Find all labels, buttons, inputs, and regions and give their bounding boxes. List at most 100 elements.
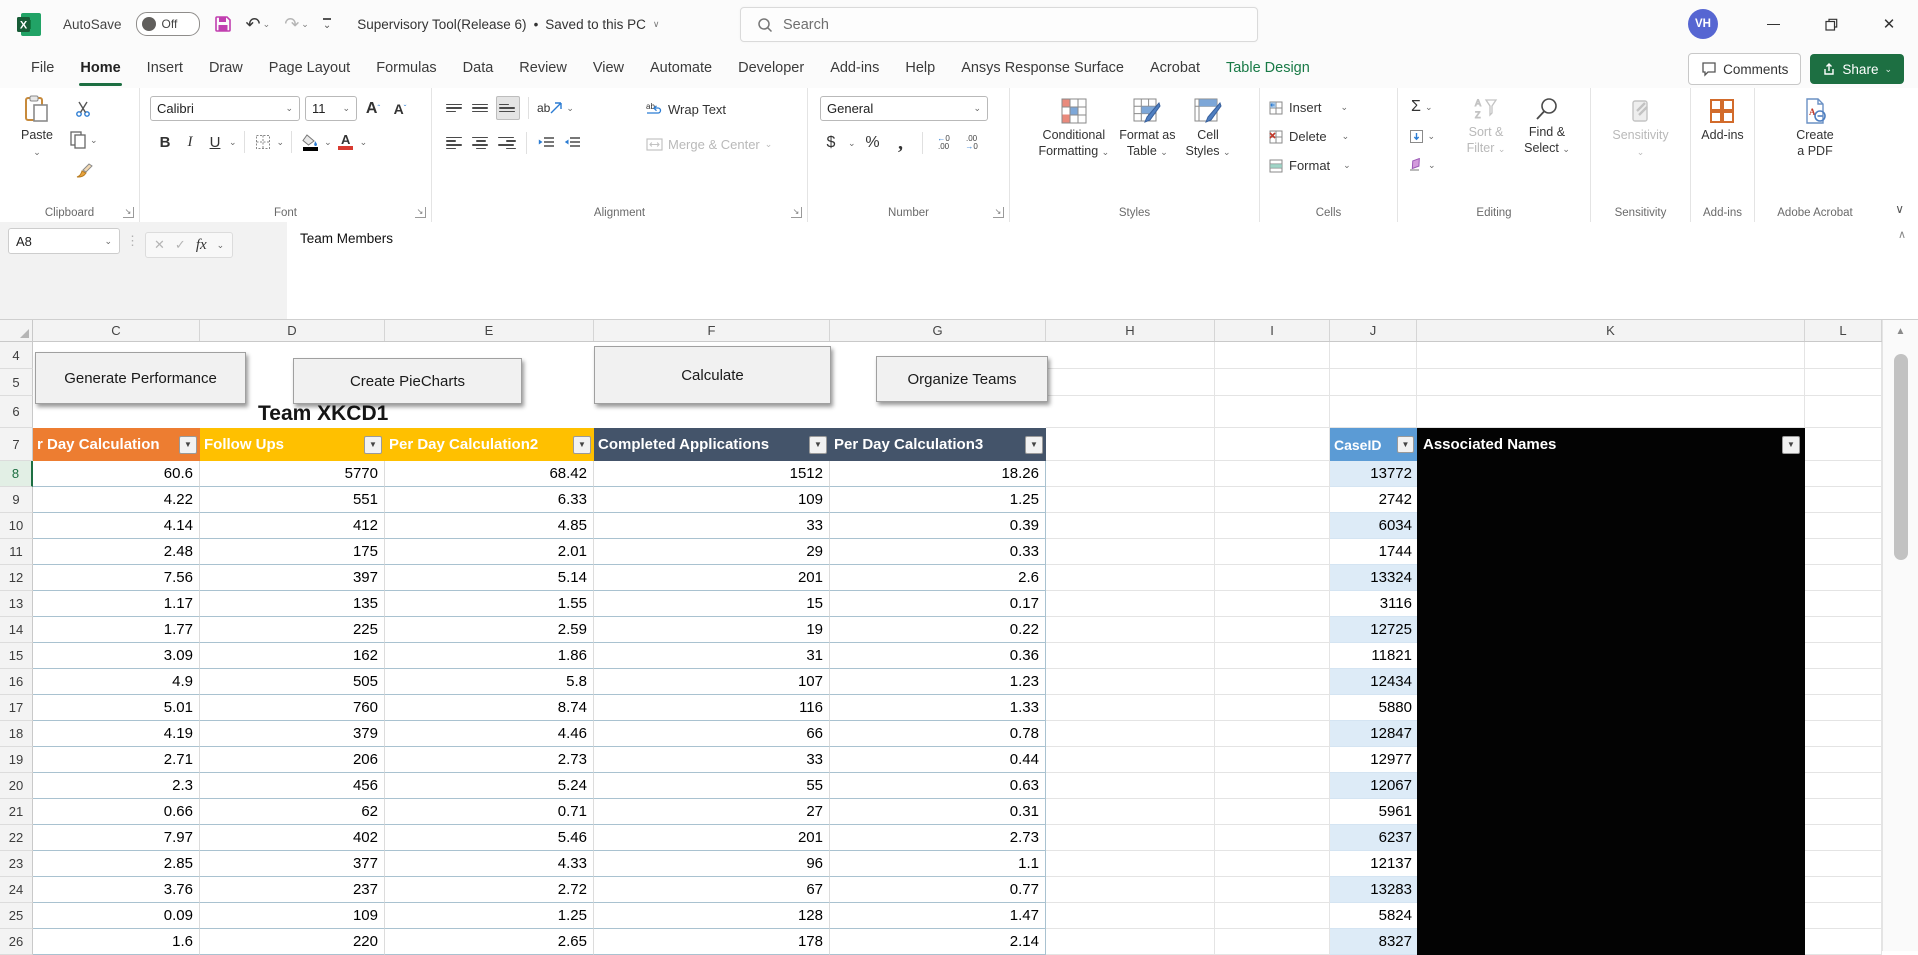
empty-cell[interactable] — [1215, 461, 1330, 487]
cell[interactable]: 162 — [200, 643, 385, 669]
share-button[interactable]: Share ⌄ — [1810, 54, 1904, 84]
increase-indent-button[interactable] — [561, 131, 583, 155]
cell[interactable]: 2.3 — [33, 773, 200, 799]
cell[interactable]: 60.6 — [33, 461, 200, 487]
filter-dropdown-icon[interactable]: ▼ — [809, 435, 827, 454]
empty-cell[interactable] — [1330, 369, 1417, 396]
fill-color-chevron[interactable]: ⌄ — [324, 137, 332, 148]
empty-cell[interactable] — [1215, 851, 1330, 877]
collapse-ribbon-button[interactable]: ∨ — [1895, 202, 1904, 216]
cell[interactable]: 178 — [594, 929, 830, 955]
decrease-indent-button[interactable] — [535, 131, 557, 155]
cell[interactable]: 0.78 — [830, 721, 1046, 747]
cell[interactable]: 2.73 — [385, 747, 594, 773]
fill-button[interactable]: ⌄ — [1408, 124, 1436, 148]
empty-cell[interactable] — [1046, 695, 1215, 721]
table-header-follow-ups[interactable]: Follow Ups ▼ — [200, 428, 385, 461]
empty-cell[interactable] — [1805, 539, 1882, 565]
close-button[interactable]: ✕ — [1860, 0, 1918, 48]
search-input[interactable]: Search — [740, 7, 1258, 42]
cell[interactable]: 201 — [594, 825, 830, 851]
caseid-cell[interactable]: 6237 — [1330, 825, 1417, 851]
number-format-select[interactable]: General ⌄ — [820, 96, 988, 121]
font-color-button[interactable]: A — [335, 130, 357, 154]
cell[interactable]: 0.22 — [830, 617, 1046, 643]
font-size-select[interactable]: 11 ⌄ — [305, 96, 357, 121]
cell[interactable]: 1.86 — [385, 643, 594, 669]
cell[interactable]: 8.74 — [385, 695, 594, 721]
cell[interactable]: 27 — [594, 799, 830, 825]
orientation-button[interactable]: ab — [537, 96, 563, 120]
empty-cell[interactable] — [1046, 513, 1215, 539]
row-header-25[interactable]: 25 — [0, 903, 33, 929]
cell[interactable]: 4.85 — [385, 513, 594, 539]
empty-cell[interactable] — [1046, 643, 1215, 669]
caseid-cell[interactable]: 2742 — [1330, 487, 1417, 513]
redacted-cell[interactable] — [1417, 877, 1805, 903]
cell[interactable]: 402 — [200, 825, 385, 851]
cell[interactable]: 1.77 — [33, 617, 200, 643]
column-header-I[interactable]: I — [1215, 320, 1330, 341]
empty-cell[interactable] — [1330, 396, 1417, 428]
redacted-cell[interactable] — [1417, 929, 1805, 955]
row-header-4[interactable]: 4 — [0, 342, 33, 369]
tab-add-ins[interactable]: Add-ins — [817, 48, 892, 88]
cut-button[interactable] — [70, 97, 98, 121]
currency-button[interactable]: $ — [820, 131, 842, 155]
tab-data[interactable]: Data — [450, 48, 507, 88]
cell[interactable]: 456 — [200, 773, 385, 799]
empty-cell[interactable] — [1215, 396, 1330, 428]
cell[interactable]: 0.33 — [830, 539, 1046, 565]
cell[interactable]: 2.73 — [830, 825, 1046, 851]
cell[interactable]: 2.48 — [33, 539, 200, 565]
caseid-cell[interactable]: 12977 — [1330, 747, 1417, 773]
caseid-cell[interactable]: 8327 — [1330, 929, 1417, 955]
column-header-K[interactable]: K — [1417, 320, 1805, 341]
row-header-26[interactable]: 26 — [0, 929, 33, 955]
empty-cell[interactable] — [1417, 396, 1805, 428]
column-header-G[interactable]: G — [830, 320, 1046, 341]
tab-draw[interactable]: Draw — [196, 48, 256, 88]
cell[interactable]: 505 — [200, 669, 385, 695]
create-pdf-button[interactable]: A Create a PDF — [1796, 97, 1834, 200]
empty-cell[interactable] — [1215, 929, 1330, 955]
cell[interactable]: 7.97 — [33, 825, 200, 851]
redacted-cell[interactable] — [1417, 669, 1805, 695]
empty-cell[interactable] — [1417, 369, 1805, 396]
redo-button[interactable]: ↷ ⌄ — [284, 15, 309, 33]
delete-cells-button[interactable]: Delete ⌄ — [1260, 124, 1397, 149]
orientation-chevron[interactable]: ⌄ — [566, 103, 574, 114]
caseid-cell[interactable]: 12847 — [1330, 721, 1417, 747]
empty-cell[interactable] — [1215, 773, 1330, 799]
empty-cell[interactable] — [1805, 591, 1882, 617]
empty-cell[interactable] — [1805, 877, 1882, 903]
empty-cell[interactable] — [1805, 825, 1882, 851]
format-painter-button[interactable] — [70, 159, 98, 183]
wrap-text-button[interactable]: ab Wrap Text — [638, 97, 772, 122]
cell[interactable]: 175 — [200, 539, 385, 565]
cell[interactable]: 7.56 — [33, 565, 200, 591]
empty-cell[interactable] — [1215, 643, 1330, 669]
caseid-cell[interactable]: 5961 — [1330, 799, 1417, 825]
cell[interactable]: 1.23 — [830, 669, 1046, 695]
font-name-select[interactable]: Calibri ⌄ — [150, 96, 300, 121]
fill-color-button[interactable] — [299, 130, 321, 154]
tab-developer[interactable]: Developer — [725, 48, 817, 88]
empty-cell[interactable] — [1215, 669, 1330, 695]
row-header-11[interactable]: 11 — [0, 539, 33, 565]
cell[interactable]: 18.26 — [830, 461, 1046, 487]
cell[interactable]: 2.85 — [33, 851, 200, 877]
tab-ansys-response-surface[interactable]: Ansys Response Surface — [948, 48, 1137, 88]
cell[interactable]: 1.17 — [33, 591, 200, 617]
increase-font-button[interactable]: Aˆ — [362, 97, 384, 121]
column-header-J[interactable]: J — [1330, 320, 1417, 341]
empty-cell[interactable] — [1805, 721, 1882, 747]
cell[interactable]: 6.33 — [385, 487, 594, 513]
cell[interactable]: 0.63 — [830, 773, 1046, 799]
redacted-cell[interactable] — [1417, 903, 1805, 929]
column-header-D[interactable]: D — [200, 320, 385, 341]
filter-dropdown-icon[interactable]: ▼ — [364, 435, 382, 454]
caseid-cell[interactable]: 12434 — [1330, 669, 1417, 695]
cell[interactable]: 0.44 — [830, 747, 1046, 773]
clear-button[interactable]: ⌄ — [1408, 153, 1436, 177]
